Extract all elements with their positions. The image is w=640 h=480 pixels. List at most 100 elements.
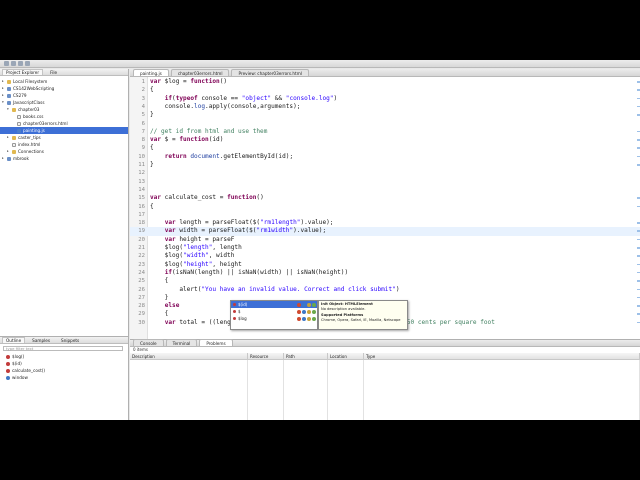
code-line[interactable]: 23 $log("height", height <box>130 261 640 269</box>
tree-item[interactable]: ▸ Local Filesystem <box>0 78 128 85</box>
code-line[interactable]: 9{ <box>130 144 640 152</box>
code-line[interactable]: 26 alert("You have an invalid value. Cor… <box>130 286 640 294</box>
autocomplete-item[interactable]: $(id) <box>231 301 317 308</box>
code-line[interactable]: 1 var $log = function() <box>130 78 640 86</box>
line-number: 17 <box>138 211 145 218</box>
tab-samples[interactable]: Samples <box>28 337 54 343</box>
new-file-icon[interactable] <box>4 61 9 66</box>
editor-tab[interactable]: chapter03errors.html <box>170 69 230 76</box>
problems-column <box>328 360 364 420</box>
tree-item[interactable]: ▸ mbrook <box>0 155 128 162</box>
code-line[interactable]: 13 <box>130 178 640 186</box>
tree-item[interactable]: ▸ CS279 <box>0 92 128 99</box>
code-line[interactable]: 4 console.log.apply(console,arguments); <box>130 103 640 111</box>
line-number: 11 <box>138 162 145 168</box>
browser-support-icons <box>297 309 316 314</box>
tab-console[interactable]: Console <box>133 339 164 346</box>
code-text: console.log.apply(console,arguments); <box>150 102 301 110</box>
tree-item[interactable]: painting.js <box>0 127 128 134</box>
tree-item[interactable]: ▸ caster_tips <box>0 134 128 141</box>
line-number: 19 <box>138 228 145 235</box>
outline-item[interactable]: $(id) <box>0 360 128 367</box>
code-line[interactable]: 24 if(isNaN(length) || isNaN(width) || i… <box>130 269 640 277</box>
tree-item-label: painting.js <box>23 128 45 133</box>
autocomplete-item[interactable]: $ <box>231 308 317 315</box>
code-line[interactable]: 17 <box>130 211 640 219</box>
column-header-location[interactable]: Location <box>328 353 364 360</box>
code-line[interactable]: 16 { <box>130 203 640 211</box>
line-number: 30 <box>138 319 145 326</box>
problems-column <box>284 360 328 420</box>
folder-icon <box>12 149 16 154</box>
code-line[interactable]: 25 { <box>130 277 640 285</box>
code-line[interactable]: 3 if(typeof console == "object" && "cons… <box>130 95 640 103</box>
collapsed-twisty-icon[interactable]: ▸ <box>2 155 5 162</box>
outline-item[interactable]: calculate_cost() <box>0 367 128 374</box>
outline-item[interactable]: window <box>0 374 128 381</box>
code-line[interactable]: 12 <box>130 169 640 177</box>
collapsed-twisty-icon[interactable]: ▸ <box>7 134 10 141</box>
save-icon[interactable] <box>11 61 16 66</box>
column-header-resource[interactable]: Resource <box>248 353 284 360</box>
bottom-letterbox <box>0 420 640 480</box>
tree-item[interactable]: chapter03errors.html <box>0 120 128 127</box>
code-line[interactable]: 11} <box>130 161 640 169</box>
tab-terminal[interactable]: Terminal <box>165 339 198 346</box>
code-line[interactable]: 22 $log("width", width <box>130 252 640 260</box>
autocomplete-item[interactable]: $log <box>231 315 317 322</box>
expanded-twisty-icon[interactable]: ▾ <box>7 106 10 113</box>
outline-list: $log() $(id) calculate_cost() window <box>0 353 128 381</box>
code-line[interactable]: 14 <box>130 186 640 194</box>
collapsed-twisty-icon[interactable]: ▸ <box>2 85 5 92</box>
problems-header: Description Resource Path Location Type <box>130 353 640 360</box>
code-text: if(isNaN(length) || isNaN(width) || isNa… <box>164 268 349 276</box>
tab-snippets[interactable]: Snippets <box>57 337 83 343</box>
code-line[interactable]: 18 var length = parseFloat($("rm1length"… <box>130 219 640 227</box>
editor-tab[interactable]: Preview: chapter03errors.html <box>231 69 309 76</box>
file-icon <box>12 142 16 147</box>
column-header-type[interactable]: Type <box>364 353 640 360</box>
tree-item[interactable]: ▸ Connections <box>0 148 128 155</box>
tab-outline[interactable]: Outline <box>2 337 26 343</box>
tree-item-label: chapter03 <box>18 107 40 112</box>
column-header-description[interactable]: Description <box>130 353 248 360</box>
project-icon <box>7 156 11 161</box>
line-number: 16 <box>138 203 145 210</box>
tree-item[interactable]: ▸ CS142WebScripting <box>0 85 128 92</box>
code-line[interactable]: 15 var calculate_cost = function() <box>130 194 640 202</box>
tree-item-label: Connections <box>18 149 44 154</box>
outline-item[interactable]: $log() <box>0 353 128 360</box>
outline-filter-input[interactable]: type filter text <box>3 346 123 351</box>
tree-item[interactable]: ▾ chapter03 <box>0 106 128 113</box>
code-line[interactable]: 7 // get id from html and use them <box>130 128 640 136</box>
expanded-twisty-icon[interactable]: ▾ <box>2 99 5 106</box>
tree-item[interactable]: ▾ JavascriptClass <box>0 99 128 106</box>
debug-icon[interactable] <box>25 61 30 66</box>
line-number: 14 <box>138 186 145 193</box>
code-line[interactable]: 6 <box>130 120 640 128</box>
tab-project-explorer[interactable]: Project Explorer <box>2 69 44 75</box>
editor-tab[interactable]: painting.js <box>133 69 169 76</box>
column-header-path[interactable]: Path <box>284 353 328 360</box>
code-line[interactable]: 2{ <box>130 86 640 94</box>
tree-item[interactable]: index.html <box>0 141 128 148</box>
code-line[interactable]: 21 $log("length", length <box>130 244 640 252</box>
function-icon <box>6 354 10 359</box>
code-line[interactable]: 10 return document.getElementById(id); <box>130 153 640 161</box>
run-icon[interactable] <box>18 61 23 66</box>
tree-item[interactable]: books.css <box>0 113 128 120</box>
collapsed-twisty-icon[interactable]: ▸ <box>2 78 5 85</box>
doc-description: No description available. <box>321 306 366 311</box>
tree-item-label: books.css <box>23 114 44 119</box>
tab-problems[interactable]: Problems <box>199 339 233 346</box>
code-text: $log("height", height <box>150 260 242 268</box>
collapsed-twisty-icon[interactable]: ▸ <box>2 92 5 99</box>
code-line[interactable]: 20 var height = parseF <box>130 236 640 244</box>
code-line[interactable]: 19 var width = parseFloat($("rm1width").… <box>130 227 640 236</box>
tab-file[interactable]: File <box>46 69 61 75</box>
autocomplete-popup[interactable]: $(id) $ $log <box>230 300 318 330</box>
collapsed-twisty-icon[interactable]: ▸ <box>7 148 10 155</box>
code-line[interactable]: 8 var $ = function(id) <box>130 136 640 144</box>
opera-icon <box>307 302 311 307</box>
code-line[interactable]: 5} <box>130 111 640 119</box>
